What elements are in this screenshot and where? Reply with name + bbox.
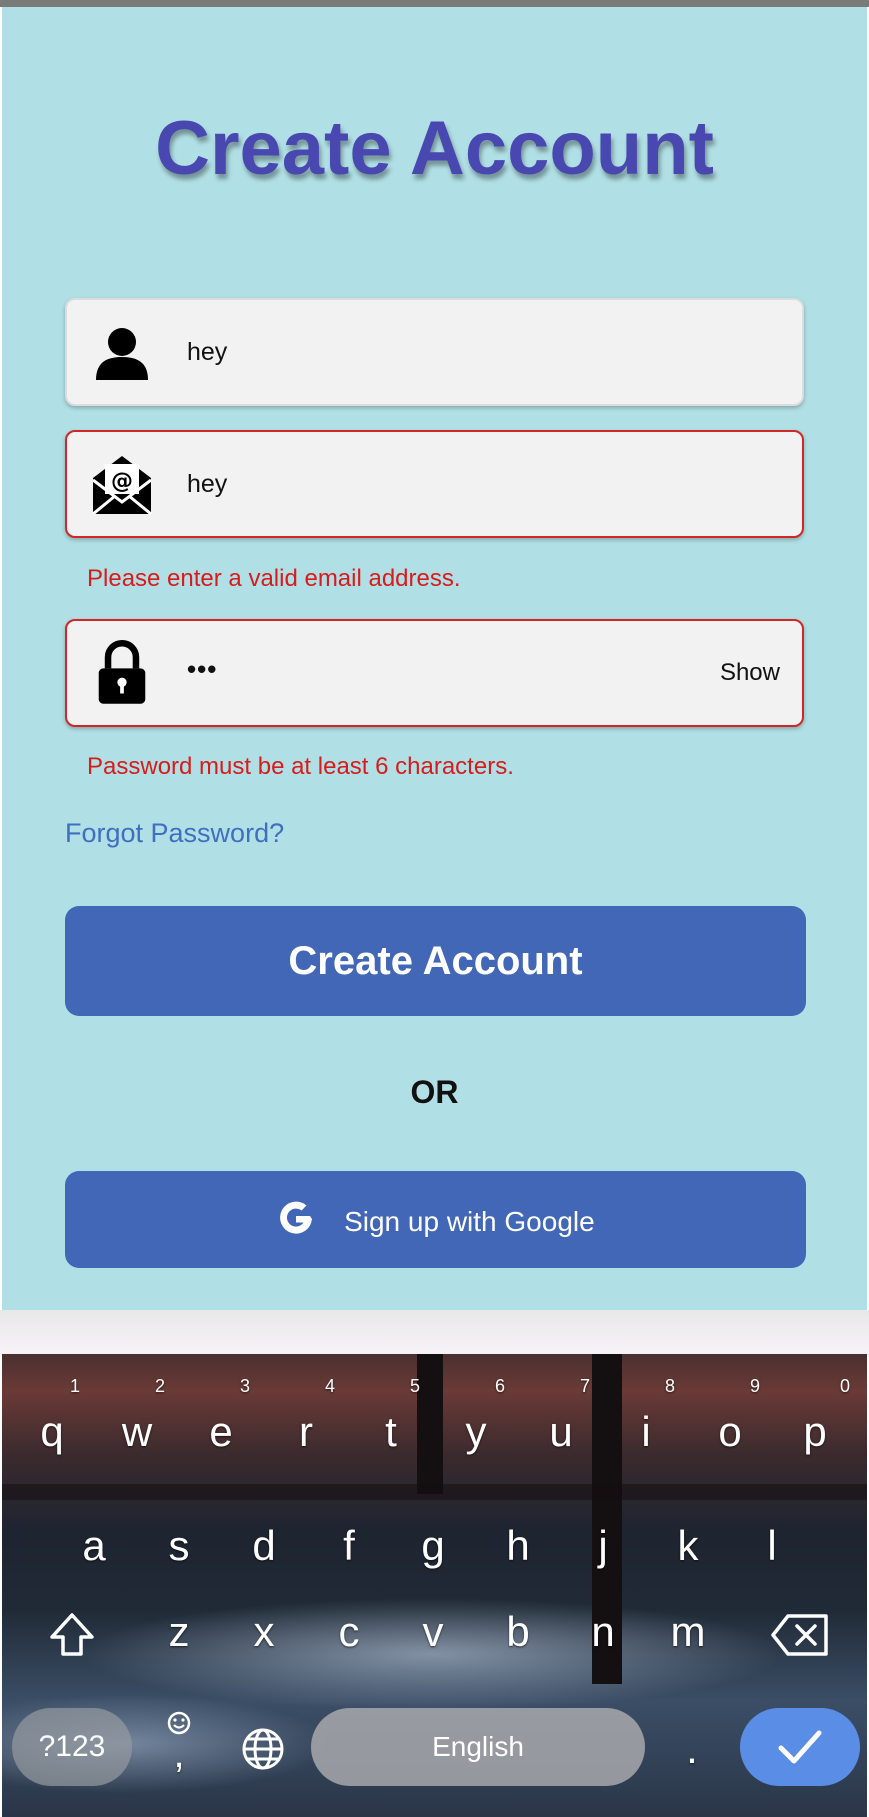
password-error-message: Password must be at least 6 characters. — [87, 753, 514, 780]
svg-text:@: @ — [111, 469, 133, 494]
status-divider — [0, 0, 869, 7]
key-l[interactable]: l — [737, 1516, 807, 1576]
key-z[interactable]: z — [144, 1602, 214, 1662]
backspace-icon[interactable] — [770, 1612, 830, 1658]
key-j[interactable]: j — [568, 1516, 638, 1576]
content-edge — [0, 1310, 869, 1355]
email-field[interactable]: @ hey — [65, 430, 804, 538]
shift-icon[interactable] — [47, 1610, 97, 1660]
key-k[interactable]: k — [653, 1516, 723, 1576]
key-u-number: 7 — [580, 1376, 591, 1396]
google-signup-button[interactable]: Sign up with Google — [65, 1171, 806, 1268]
key-c[interactable]: c — [314, 1602, 384, 1662]
key-s[interactable]: s — [144, 1516, 214, 1576]
key-h[interactable]: h — [483, 1516, 553, 1576]
symbols-key[interactable]: ?123 — [12, 1708, 132, 1786]
key-y-number: 6 — [495, 1376, 506, 1396]
key-f[interactable]: f — [314, 1516, 384, 1576]
globe-icon[interactable] — [240, 1726, 286, 1772]
email-icon: @ — [92, 456, 152, 516]
key-n[interactable]: n — [568, 1602, 638, 1662]
email-error-message: Please enter a valid email address. — [87, 565, 461, 592]
key-u[interactable]: u — [526, 1402, 596, 1462]
soft-keyboard: q w e r t y u i o p 1 2 3 4 5 6 7 8 9 0 … — [2, 1354, 867, 1817]
user-icon — [96, 328, 148, 380]
show-password-button[interactable]: Show — [720, 621, 780, 725]
name-field[interactable]: hey — [65, 298, 804, 406]
key-x[interactable]: x — [229, 1602, 299, 1662]
key-i[interactable]: i — [611, 1402, 681, 1462]
key-p[interactable]: p — [780, 1402, 850, 1462]
key-o-number: 9 — [750, 1376, 761, 1396]
name-input-value: hey — [187, 338, 228, 366]
google-icon — [280, 1201, 313, 1234]
lock-icon — [98, 640, 146, 704]
email-input-value: hey — [187, 470, 228, 498]
google-signup-label: Sign up with Google — [344, 1206, 595, 1238]
checkmark-icon — [778, 1730, 822, 1764]
key-q-number: 1 — [70, 1376, 81, 1396]
key-o[interactable]: o — [695, 1402, 765, 1462]
key-a[interactable]: a — [59, 1516, 129, 1576]
background-shoreline — [2, 1484, 867, 1500]
key-r[interactable]: r — [271, 1402, 341, 1462]
key-e[interactable]: e — [186, 1402, 256, 1462]
period-key[interactable]: . — [657, 1719, 727, 1779]
key-t[interactable]: t — [356, 1402, 426, 1462]
comma-key[interactable]: , — [144, 1724, 214, 1784]
key-v[interactable]: v — [398, 1602, 468, 1662]
space-bar[interactable]: English — [311, 1708, 645, 1786]
key-d[interactable]: d — [229, 1516, 299, 1576]
key-y[interactable]: y — [441, 1402, 511, 1462]
create-account-button[interactable]: Create Account — [65, 906, 806, 1016]
key-m[interactable]: m — [653, 1602, 723, 1662]
key-e-number: 3 — [240, 1376, 251, 1396]
page-title: Create Account — [155, 106, 714, 191]
key-g[interactable]: g — [398, 1516, 468, 1576]
password-field[interactable]: ••• Show — [65, 619, 804, 727]
forgot-password-link[interactable]: Forgot Password? — [65, 818, 284, 849]
key-t-number: 5 — [410, 1376, 421, 1396]
done-button[interactable] — [740, 1708, 860, 1786]
key-b[interactable]: b — [483, 1602, 553, 1662]
key-r-number: 4 — [325, 1376, 336, 1396]
password-input-value: ••• — [187, 654, 218, 684]
key-w-number: 2 — [155, 1376, 166, 1396]
key-w[interactable]: w — [102, 1402, 172, 1462]
key-q[interactable]: q — [17, 1402, 87, 1462]
signup-screen: Create Account hey @ hey Please enter a … — [2, 7, 867, 1310]
or-divider: OR — [410, 1074, 459, 1110]
key-i-number: 8 — [665, 1376, 676, 1396]
key-p-number: 0 — [840, 1376, 851, 1396]
